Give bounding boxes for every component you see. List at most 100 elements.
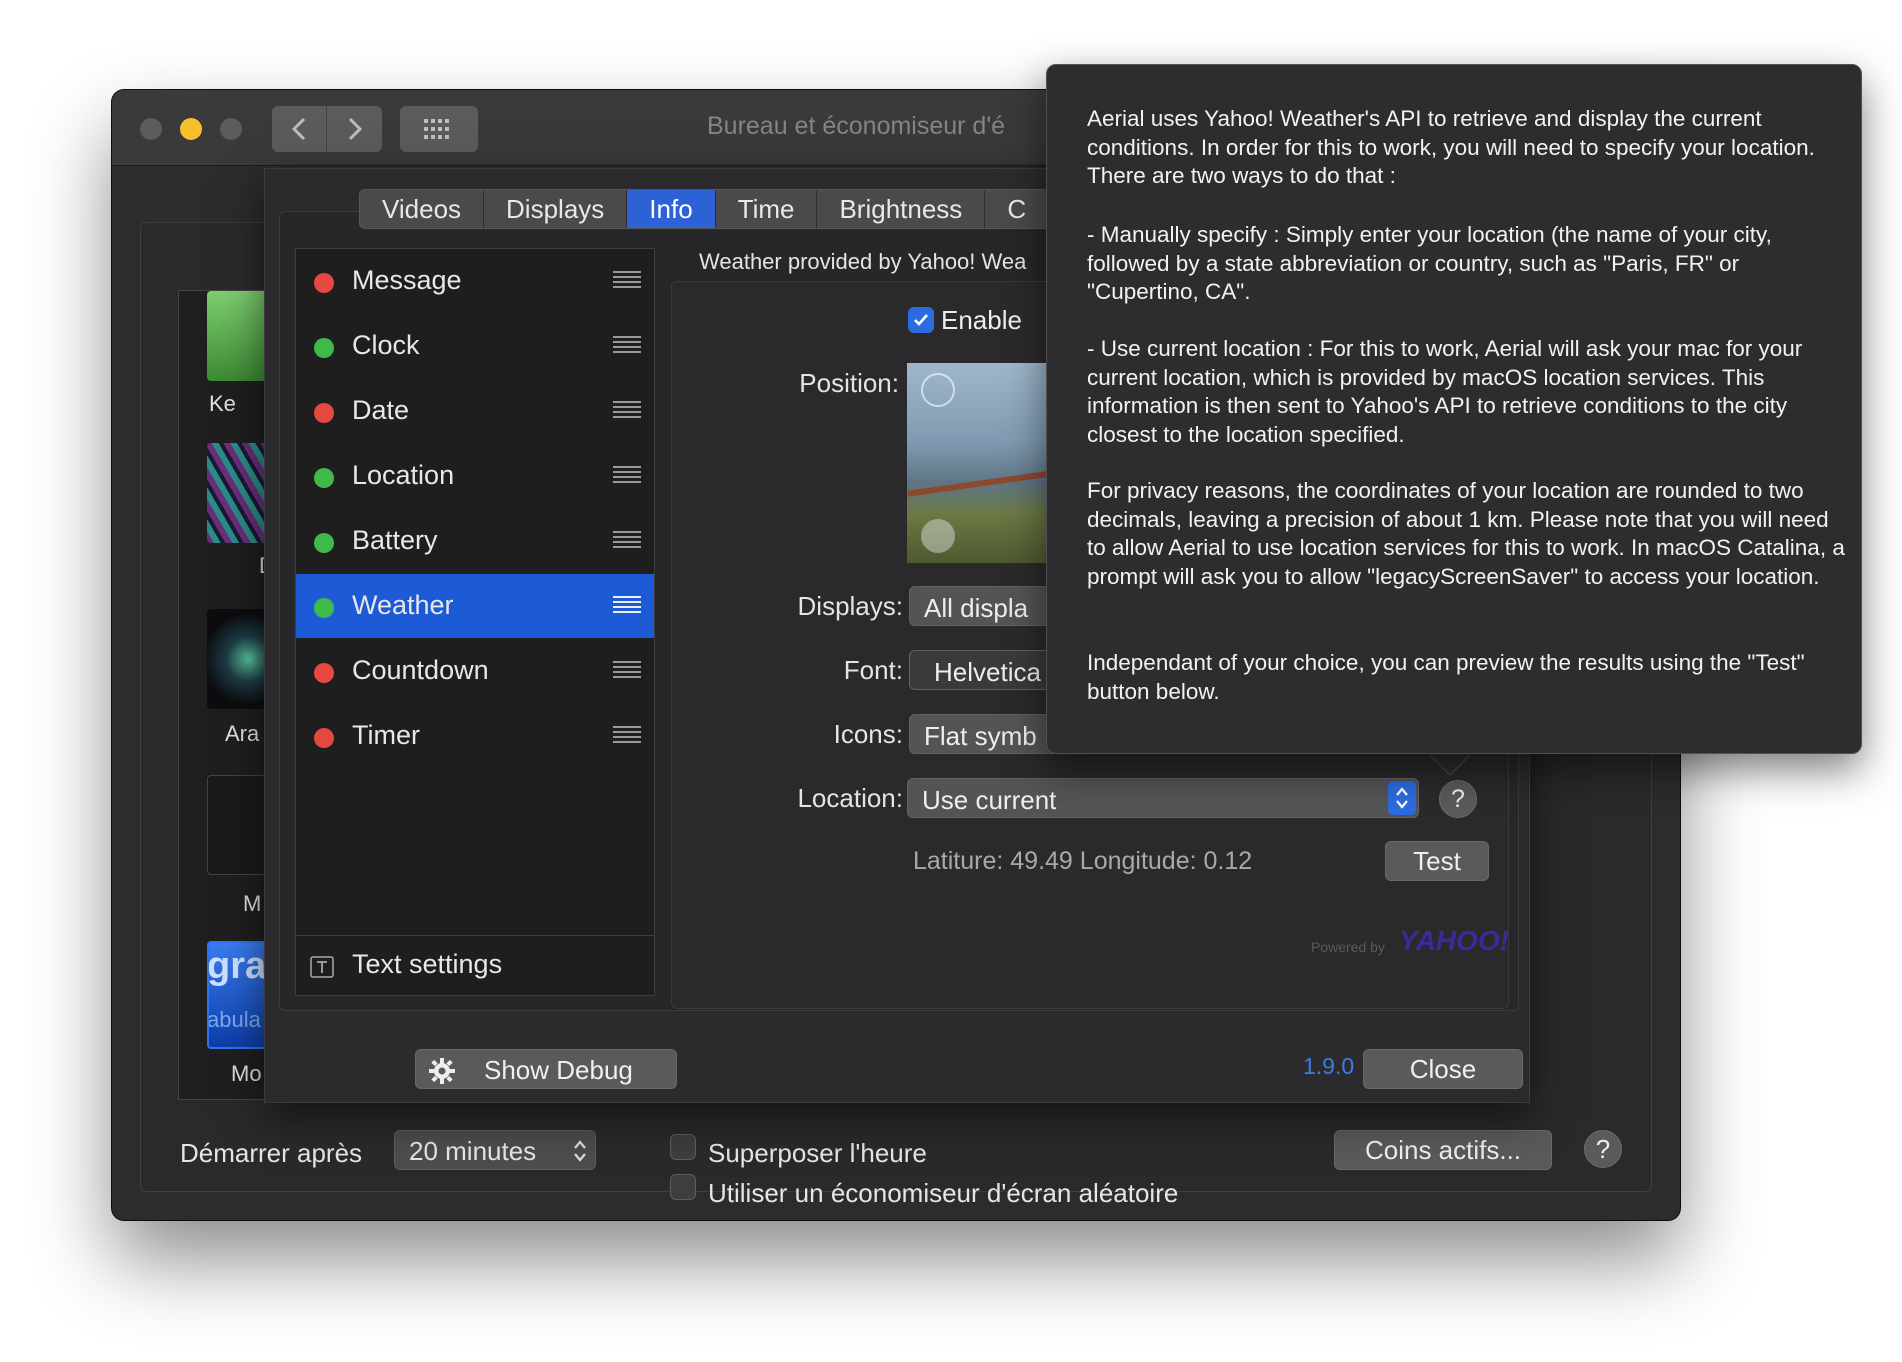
- show-clock-checkbox[interactable]: [670, 1134, 696, 1160]
- list-item-label: Message: [352, 265, 462, 295]
- status-dot: [314, 533, 334, 553]
- position-label: Position:: [799, 368, 899, 398]
- show-debug-button[interactable]: Show Debug: [415, 1049, 677, 1089]
- location-help-button[interactable]: ?: [1439, 780, 1477, 818]
- drag-handle-icon[interactable]: [613, 726, 641, 746]
- displays-label: Displays:: [797, 591, 903, 621]
- popup-stepper: [1388, 781, 1416, 815]
- updown-chevron-icon: [1396, 787, 1408, 809]
- status-dot: [314, 468, 334, 488]
- position-handle[interactable]: [921, 373, 955, 407]
- screensaver-label: Ke: [209, 391, 236, 416]
- location-label: Location:: [797, 783, 903, 813]
- start-after-popup[interactable]: 20 minutes: [394, 1130, 596, 1170]
- status-dot: [314, 403, 334, 423]
- screensaver-thumbnail[interactable]: [207, 291, 267, 381]
- status-dot: [314, 598, 334, 618]
- text-format-icon: [310, 956, 334, 978]
- help-button[interactable]: ?: [1584, 1130, 1622, 1168]
- location-popup[interactable]: Use current: [907, 778, 1419, 818]
- list-item-clock[interactable]: Clock: [296, 314, 654, 378]
- zoom-window-button[interactable]: [220, 118, 242, 140]
- chevron-right-icon[interactable]: [342, 116, 366, 142]
- drag-handle-icon[interactable]: [613, 531, 641, 551]
- back-forward-buttons: [272, 106, 382, 152]
- tab-displays[interactable]: Displays: [484, 190, 628, 228]
- chevron-left-icon[interactable]: [288, 116, 312, 142]
- list-item-battery[interactable]: Battery: [296, 509, 654, 573]
- list-item-label: Clock: [352, 330, 420, 360]
- location-value: Use current: [922, 785, 1057, 815]
- list-item-timer[interactable]: Timer: [296, 704, 654, 768]
- list-item-date[interactable]: Date: [296, 379, 654, 443]
- list-item-label: Date: [352, 395, 410, 425]
- position-preview-image[interactable]: [907, 363, 1047, 563]
- text-settings-label: Text settings: [352, 949, 503, 979]
- list-item-location[interactable]: Location: [296, 444, 654, 508]
- gear-icon: [429, 1058, 455, 1084]
- tab-videos[interactable]: Videos: [360, 190, 485, 228]
- status-dot: [314, 663, 334, 683]
- window-title: Bureau et économiseur d'é: [707, 112, 1006, 140]
- list-item-message[interactable]: Message: [296, 249, 654, 313]
- tab-bar: Videos Displays Info Time Brightness C: [359, 189, 1051, 229]
- icons-label: Icons:: [833, 719, 903, 749]
- screensaver-list[interactable]: Ke D Ara M grap abula Mo: [178, 290, 275, 1100]
- enable-label: Enable: [941, 305, 1022, 335]
- start-after-value: 20 minutes: [409, 1136, 537, 1166]
- show-all-button[interactable]: [400, 106, 478, 152]
- powered-by-text: Powered by: [1311, 939, 1385, 955]
- test-button[interactable]: Test: [1385, 841, 1489, 881]
- thumbnail-text: abula: [207, 1007, 261, 1032]
- status-dot: [314, 728, 334, 748]
- start-after-label: Démarrer après: [180, 1138, 363, 1168]
- drag-handle-icon[interactable]: [613, 661, 641, 681]
- random-saver-label: Utiliser un économiseur d'écran aléatoir…: [708, 1178, 1179, 1208]
- close-window-button[interactable]: [140, 118, 162, 140]
- list-item-weather[interactable]: Weather: [296, 574, 654, 638]
- status-dot: [314, 273, 334, 293]
- thumbnail-text: grap: [207, 945, 267, 987]
- drag-handle-icon[interactable]: [613, 336, 641, 356]
- hot-corners-button[interactable]: Coins actifs...: [1334, 1130, 1552, 1170]
- icons-value: Flat symb: [924, 721, 1037, 751]
- screensaver-thumbnail[interactable]: [207, 443, 267, 543]
- help-tooltip: Aerial uses Yahoo! Weather's API to retr…: [1046, 64, 1862, 754]
- enable-checkbox[interactable]: [908, 307, 934, 333]
- tab-more[interactable]: C: [985, 190, 1050, 228]
- font-value: Helvetica: [934, 657, 1041, 687]
- bridge-image-detail: [907, 471, 1047, 497]
- close-button[interactable]: Close: [1363, 1049, 1523, 1089]
- drag-handle-icon[interactable]: [613, 466, 641, 486]
- show-debug-label: Show Debug: [484, 1055, 633, 1085]
- tab-time[interactable]: Time: [716, 190, 818, 228]
- screensaver-thumbnail[interactable]: grap abula: [207, 941, 267, 1049]
- list-item-label: Weather: [352, 590, 454, 620]
- tooltip-paragraph: - Manually specify : Simply enter your l…: [1087, 222, 1772, 304]
- updown-chevron-icon: [574, 1140, 586, 1162]
- screensaver-thumbnail[interactable]: [207, 775, 267, 875]
- status-dot: [314, 338, 334, 358]
- screensaver-thumbnail[interactable]: [207, 609, 267, 709]
- drag-handle-icon[interactable]: [613, 271, 641, 291]
- weather-header: Weather provided by Yahoo! Wea: [699, 249, 1027, 274]
- position-handle[interactable]: [921, 519, 955, 553]
- list-item-countdown[interactable]: Countdown: [296, 639, 654, 703]
- minimize-window-button[interactable]: [180, 118, 202, 140]
- drag-handle-icon[interactable]: [613, 596, 641, 616]
- list-item-label: Battery: [352, 525, 438, 555]
- checkmark-icon: [914, 314, 928, 326]
- tooltip-paragraph: Independant of your choice, you can prev…: [1087, 650, 1805, 704]
- tab-brightness[interactable]: Brightness: [817, 190, 986, 228]
- yahoo-logo: YAHOO!: [1399, 925, 1509, 956]
- tab-info[interactable]: Info: [627, 190, 716, 228]
- list-item-label: Location: [352, 460, 455, 490]
- info-items-list: Message Clock Date Location Battery Weat…: [295, 248, 655, 996]
- coordinates-text: Latiture: 49.49 Longitude: 0.12: [913, 847, 1253, 875]
- show-clock-label: Superposer l'heure: [708, 1138, 927, 1168]
- drag-handle-icon[interactable]: [613, 401, 641, 421]
- text-settings-item[interactable]: Text settings: [296, 935, 654, 995]
- screensaver-label: Mo: [231, 1061, 262, 1086]
- tooltip-paragraph: - Use current location : For this to wor…: [1087, 336, 1803, 447]
- random-saver-checkbox[interactable]: [670, 1174, 696, 1200]
